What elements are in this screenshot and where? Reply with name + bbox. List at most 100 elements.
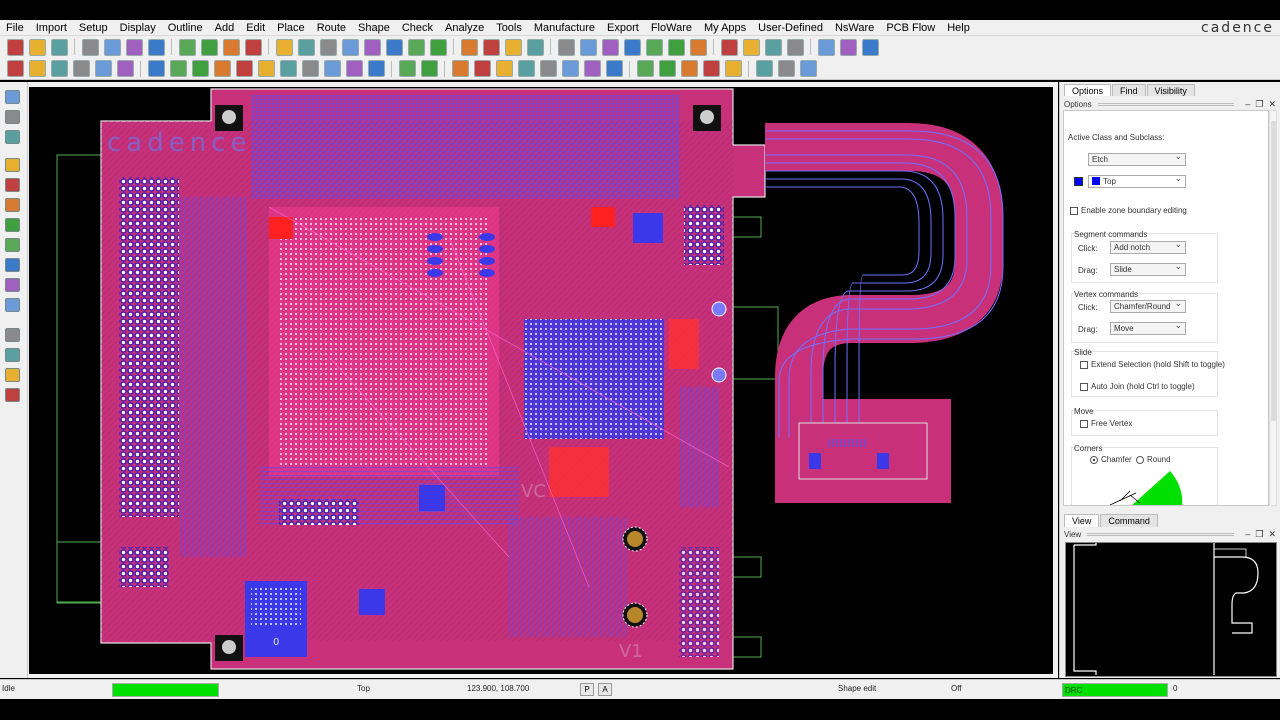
menu-outline[interactable]: Outline [162, 22, 209, 34]
subclass-select[interactable]: Top [1088, 173, 1186, 188]
palette-tool-icon[interactable] [5, 110, 20, 124]
segment-click-select[interactable]: Add notch [1110, 239, 1186, 254]
menu-check[interactable]: Check [396, 22, 439, 34]
toolbar-tool-icon[interactable] [178, 38, 196, 56]
status-p-button[interactable]: P [580, 683, 594, 696]
toolbar-tool-icon[interactable] [200, 38, 218, 56]
toolbar-tool-icon[interactable] [601, 38, 619, 56]
palette-tool-icon[interactable] [5, 278, 20, 292]
vertex-drag-select[interactable]: Move [1110, 320, 1186, 335]
toolbar-tool-icon[interactable] [103, 38, 121, 56]
toolbar-tool-icon[interactable] [658, 60, 676, 77]
toolbar-tool-icon[interactable] [50, 60, 68, 77]
toolbar-tool-icon[interactable] [125, 38, 143, 56]
tab-command[interactable]: Command [1100, 514, 1158, 527]
world-view[interactable] [1065, 542, 1277, 677]
toolbar-tool-icon[interactable] [460, 38, 478, 56]
drc-indicator[interactable]: DRC [1062, 683, 1168, 697]
toolbar-tool-icon[interactable] [557, 38, 575, 56]
toolbar-tool-icon[interactable] [191, 60, 209, 77]
tab-find[interactable]: Find [1112, 84, 1146, 96]
toolbar-tool-icon[interactable] [6, 38, 24, 56]
toolbar-tool-icon[interactable] [861, 38, 879, 56]
toolbar-tool-icon[interactable] [839, 38, 857, 56]
toolbar-tool-icon[interactable] [720, 38, 738, 56]
toolbar-tool-icon[interactable] [504, 38, 522, 56]
toolbar-tool-icon[interactable] [279, 60, 297, 77]
toolbar-tool-icon[interactable] [451, 60, 469, 77]
toolbar-tool-icon[interactable] [680, 60, 698, 77]
palette-tool-icon[interactable] [5, 178, 20, 192]
toolbar-tool-icon[interactable] [398, 60, 416, 77]
toolbar-tool-icon[interactable] [786, 38, 804, 56]
toolbar-tool-icon[interactable] [764, 38, 782, 56]
menu-manufacture[interactable]: Manufacture [528, 22, 601, 34]
restore-icon[interactable]: ❐ [1255, 99, 1263, 110]
toolbar-tool-icon[interactable] [407, 38, 425, 56]
round-radio[interactable] [1136, 456, 1144, 464]
toolbar-tool-icon[interactable] [6, 60, 24, 77]
design-canvas[interactable]: cadence VC V1 0 [29, 87, 1053, 674]
menu-export[interactable]: Export [601, 22, 645, 34]
menu-shape[interactable]: Shape [352, 22, 396, 34]
subclass-color-swatch[interactable] [1074, 177, 1083, 186]
menu-help[interactable]: Help [941, 22, 976, 34]
toolbar-tool-icon[interactable] [222, 38, 240, 56]
toolbar-tool-icon[interactable] [724, 60, 742, 77]
toolbar-tool-icon[interactable] [539, 60, 557, 77]
toolbar-tool-icon[interactable] [72, 60, 90, 77]
minimize-icon[interactable]: – [1245, 99, 1250, 109]
menu-import[interactable]: Import [30, 22, 73, 34]
menu-setup[interactable]: Setup [73, 22, 114, 34]
toolbar-tool-icon[interactable] [667, 38, 685, 56]
toolbar-tool-icon[interactable] [429, 38, 447, 56]
palette-tool-icon[interactable] [5, 158, 20, 172]
palette-tool-icon[interactable] [5, 90, 20, 104]
toolbar-tool-icon[interactable] [301, 60, 319, 77]
toolbar-tool-icon[interactable] [50, 38, 68, 56]
toolbar-tool-icon[interactable] [473, 60, 491, 77]
toolbar-tool-icon[interactable] [94, 60, 112, 77]
menu-pcb-flow[interactable]: PCB Flow [880, 22, 941, 34]
toolbar-tool-icon[interactable] [420, 60, 438, 77]
toolbar-tool-icon[interactable] [147, 38, 165, 56]
menu-add[interactable]: Add [209, 22, 241, 34]
class-select[interactable]: Etch [1088, 151, 1186, 166]
toolbar-tool-icon[interactable] [526, 38, 544, 56]
toolbar-tool-icon[interactable] [367, 60, 385, 77]
menu-edit[interactable]: Edit [240, 22, 271, 34]
toolbar-tool-icon[interactable] [495, 60, 513, 77]
toolbar-tool-icon[interactable] [689, 38, 707, 56]
toolbar-tool-icon[interactable] [213, 60, 231, 77]
menu-user-defined[interactable]: User-Defined [752, 22, 829, 34]
menu-file[interactable]: File [0, 22, 30, 34]
vertex-click-select[interactable]: Chamfer/Round [1110, 298, 1186, 313]
enable-zone-checkbox[interactable] [1070, 207, 1078, 215]
auto-join-checkbox[interactable] [1080, 383, 1088, 391]
tab-options[interactable]: Options [1064, 84, 1112, 96]
toolbar-tool-icon[interactable] [257, 60, 275, 77]
toolbar-tool-icon[interactable] [742, 38, 760, 56]
toolbar-tool-icon[interactable] [817, 38, 835, 56]
menu-my-apps[interactable]: My Apps [698, 22, 752, 34]
menu-display[interactable]: Display [114, 22, 162, 34]
toolbar-tool-icon[interactable] [275, 38, 293, 56]
palette-tool-icon[interactable] [5, 388, 20, 402]
palette-tool-icon[interactable] [5, 348, 20, 362]
chamfer-radio[interactable] [1090, 456, 1098, 464]
toolbar-tool-icon[interactable] [81, 38, 99, 56]
toolbar-tool-icon[interactable] [28, 38, 46, 56]
toolbar-tool-icon[interactable] [363, 38, 381, 56]
toolbar-tool-icon[interactable] [482, 38, 500, 56]
palette-tool-icon[interactable] [5, 368, 20, 382]
toolbar-tool-icon[interactable] [579, 38, 597, 56]
view-restore-icon[interactable]: ❐ [1255, 529, 1263, 540]
toolbar-tool-icon[interactable] [623, 38, 641, 56]
menu-tools[interactable]: Tools [490, 22, 528, 34]
toolbar-tool-icon[interactable] [799, 60, 817, 77]
toolbar-tool-icon[interactable] [777, 60, 795, 77]
toolbar-tool-icon[interactable] [28, 60, 46, 77]
toolbar-tool-icon[interactable] [319, 38, 337, 56]
segment-drag-select[interactable]: Slide [1110, 261, 1186, 276]
toolbar-tool-icon[interactable] [755, 60, 773, 77]
